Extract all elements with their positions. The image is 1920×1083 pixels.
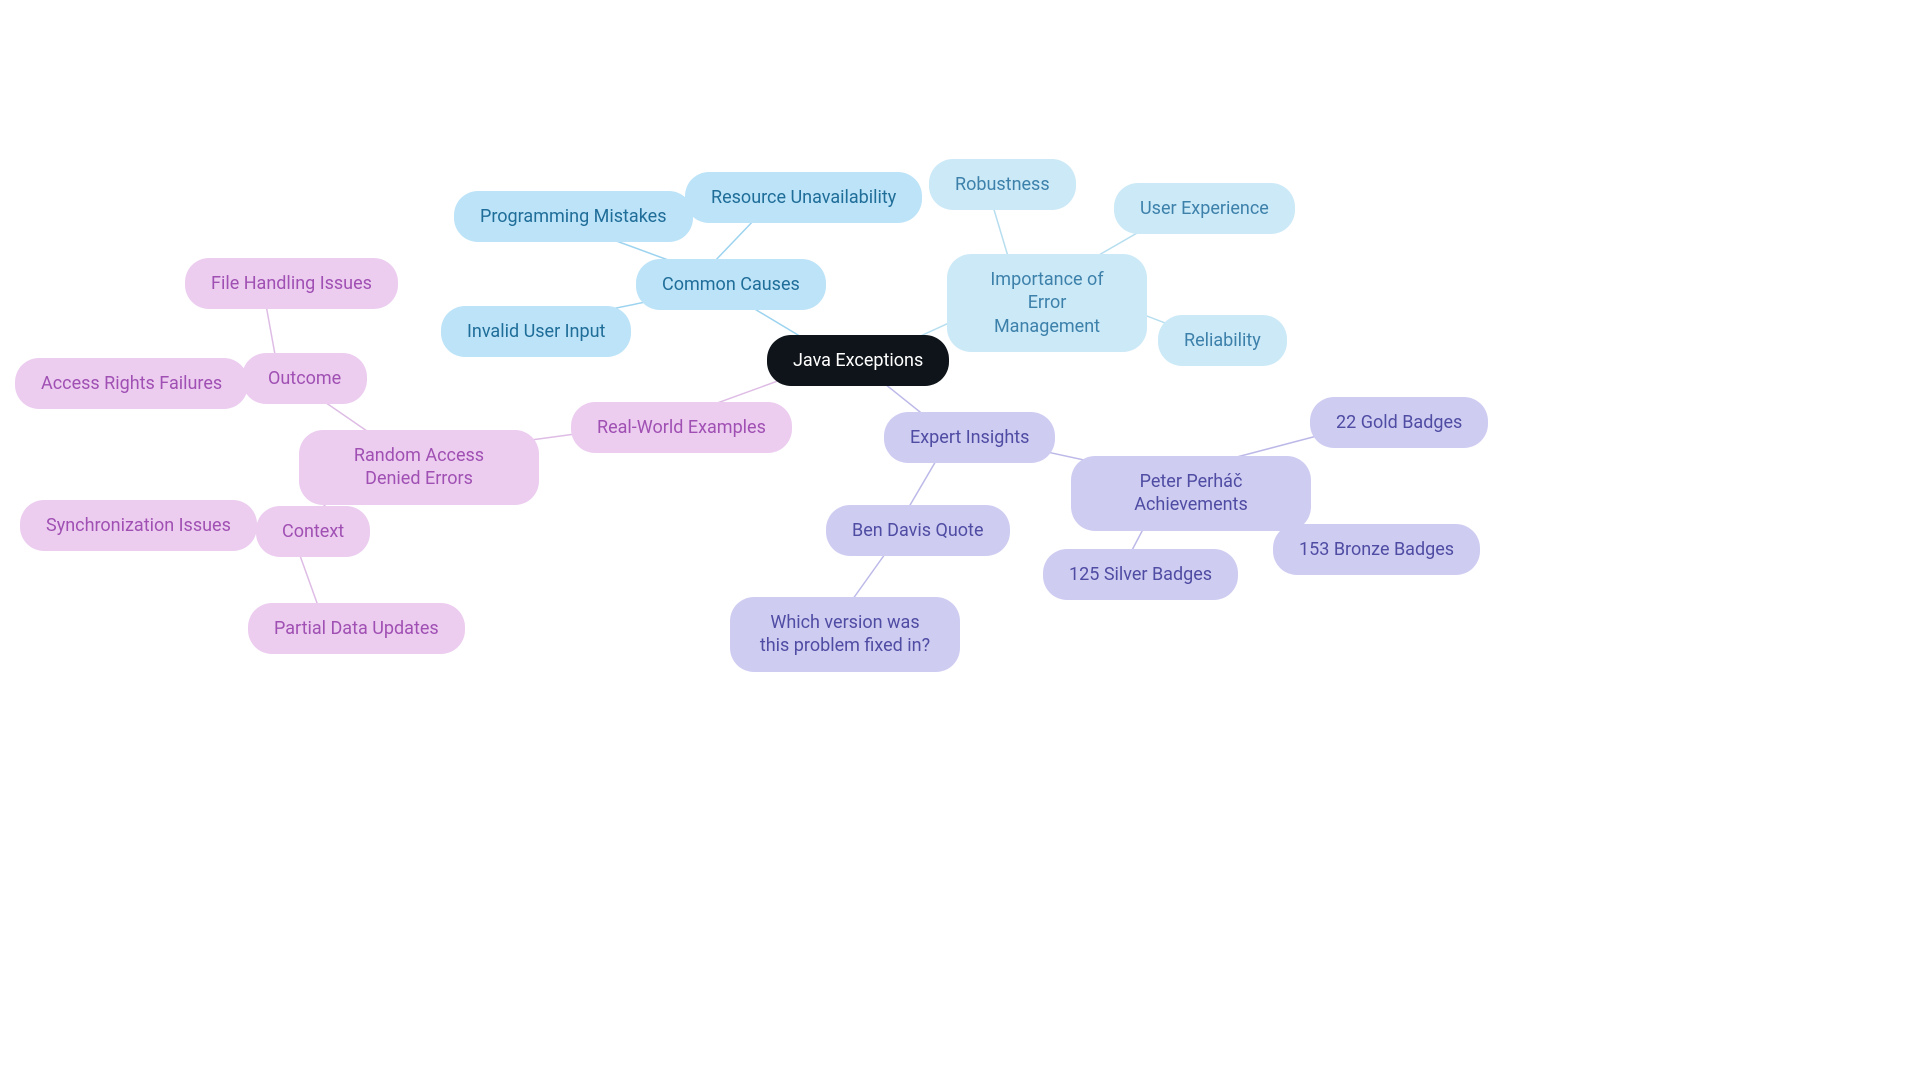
node-invalid-user-input[interactable]: Invalid User Input <box>441 306 631 357</box>
label: Partial Data Updates <box>274 617 439 640</box>
label: Robustness <box>955 173 1050 196</box>
node-peter[interactable]: Peter Perháč Achievements <box>1071 456 1311 531</box>
node-partial-data[interactable]: Partial Data Updates <box>248 603 465 654</box>
node-outcome[interactable]: Outcome <box>242 353 367 404</box>
label: Real-World Examples <box>597 416 766 439</box>
label: Invalid User Input <box>467 320 605 343</box>
node-ben-davis[interactable]: Ben Davis Quote <box>826 505 1010 556</box>
node-user-experience[interactable]: User Experience <box>1114 183 1295 234</box>
node-context[interactable]: Context <box>256 506 370 557</box>
node-file-handling[interactable]: File Handling Issues <box>185 258 398 309</box>
label: Random Access Denied Errors <box>325 444 513 491</box>
node-reliability[interactable]: Reliability <box>1158 315 1287 366</box>
label: Resource Unavailability <box>711 186 896 209</box>
label: Outcome <box>268 367 341 390</box>
label: 153 Bronze Badges <box>1299 538 1454 561</box>
label: Peter Perháč Achievements <box>1097 470 1285 517</box>
node-real-world[interactable]: Real-World Examples <box>571 402 792 453</box>
label: Ben Davis Quote <box>852 519 984 542</box>
node-access-rights[interactable]: Access Rights Failures <box>15 358 248 409</box>
node-gold-badges[interactable]: 22 Gold Badges <box>1310 397 1488 448</box>
label: Which version was this problem fixed in? <box>756 611 934 658</box>
label: Common Causes <box>662 273 800 296</box>
label: Importance of Error Management <box>973 268 1121 338</box>
node-programming-mistakes[interactable]: Programming Mistakes <box>454 191 693 242</box>
label: Programming Mistakes <box>480 205 667 228</box>
node-ben-davis-quote[interactable]: Which version was this problem fixed in? <box>730 597 960 672</box>
node-resource-unavailability[interactable]: Resource Unavailability <box>685 172 922 223</box>
node-importance[interactable]: Importance of Error Management <box>947 254 1147 352</box>
node-sync-issues[interactable]: Synchronization Issues <box>20 500 257 551</box>
label: Access Rights Failures <box>41 372 222 395</box>
mindmap-canvas: Java Exceptions Common Causes Programmin… <box>0 0 1920 1083</box>
label: Context <box>282 520 344 543</box>
node-common-causes[interactable]: Common Causes <box>636 259 826 310</box>
label: User Experience <box>1140 197 1269 220</box>
node-random-access[interactable]: Random Access Denied Errors <box>299 430 539 505</box>
label: File Handling Issues <box>211 272 372 295</box>
root-label: Java Exceptions <box>793 349 923 372</box>
root-node[interactable]: Java Exceptions <box>767 335 949 386</box>
label: Expert Insights <box>910 426 1029 449</box>
label: 22 Gold Badges <box>1336 411 1462 434</box>
node-expert-insights[interactable]: Expert Insights <box>884 412 1055 463</box>
label: 125 Silver Badges <box>1069 563 1212 586</box>
label: Reliability <box>1184 329 1261 352</box>
node-silver-badges[interactable]: 125 Silver Badges <box>1043 549 1238 600</box>
node-bronze-badges[interactable]: 153 Bronze Badges <box>1273 524 1480 575</box>
node-robustness[interactable]: Robustness <box>929 159 1076 210</box>
label: Synchronization Issues <box>46 514 231 537</box>
